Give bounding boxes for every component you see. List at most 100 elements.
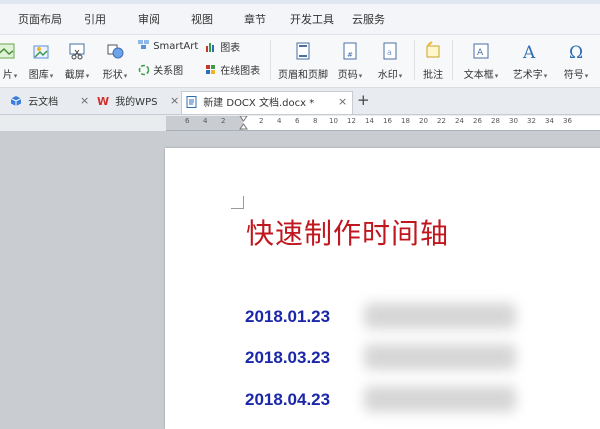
watermark-icon: a bbox=[383, 42, 397, 60]
header-footer-label: 页眉和页脚 bbox=[278, 70, 328, 81]
tab-label: 新建 DOCX 文档.docx * bbox=[203, 98, 315, 109]
tab-my-wps[interactable]: W 我的WPS × bbox=[95, 92, 181, 112]
comment-label: 批注 bbox=[423, 70, 443, 81]
ruler-number: 6 bbox=[185, 117, 190, 125]
wps-logo-icon: W bbox=[97, 95, 109, 108]
timeline-date[interactable]: 2018.03.23 bbox=[245, 348, 330, 368]
chevron-down-icon: ▾ bbox=[358, 72, 363, 80]
ruler-number: 2 bbox=[259, 117, 264, 125]
ruler-number: 28 bbox=[491, 117, 500, 125]
screenshot-button[interactable]: 截屏▾ bbox=[60, 41, 94, 81]
timeline-date[interactable]: 2018.01.23 bbox=[245, 307, 330, 327]
cloud-cube-icon bbox=[10, 96, 22, 106]
toolbar-divider bbox=[414, 40, 415, 80]
ruler-number: 16 bbox=[383, 117, 392, 125]
scissors-icon bbox=[69, 43, 85, 60]
smartart-label: SmartArt bbox=[153, 41, 199, 52]
comment-button[interactable]: 批注 bbox=[419, 41, 447, 81]
menu-view[interactable]: 视图 bbox=[191, 11, 213, 27]
tab-cloud-docs[interactable]: 云文档 × bbox=[8, 92, 90, 112]
wordart-label: 艺术字 bbox=[512, 70, 543, 81]
ruler-number: 2 bbox=[221, 117, 226, 125]
menu-cloud-service[interactable]: 云服务 bbox=[352, 11, 385, 27]
ruler-number: 24 bbox=[455, 117, 464, 125]
chevron-down-icon: ▾ bbox=[584, 72, 589, 80]
symbol-label: 符号 bbox=[563, 70, 584, 81]
svg-text:A: A bbox=[522, 43, 536, 61]
ruler-number: 10 bbox=[329, 117, 338, 125]
menu-bar: 页面布局 引用 审阅 视图 章节 开发工具 云服务 bbox=[0, 4, 600, 35]
ruler-number: 14 bbox=[365, 117, 374, 125]
chart-button[interactable]: 图表 bbox=[205, 39, 240, 54]
gallery-button[interactable]: 图库▾ bbox=[24, 41, 58, 81]
blurred-text bbox=[364, 303, 516, 329]
header-footer-button[interactable]: 页眉和页脚 bbox=[275, 41, 331, 81]
picture-label: 片 bbox=[2, 70, 13, 81]
page-number-label: 页码 bbox=[337, 70, 358, 81]
document-tab-bar: 云文档 × W 我的WPS × 新建 DOCX 文档.docx * × + bbox=[0, 88, 600, 115]
margin-corner-marker bbox=[231, 196, 244, 209]
horizontal-ruler[interactable]: 6 4 2 2 4 6 8 10 12 14 16 18 20 22 24 26… bbox=[166, 116, 600, 131]
chevron-down-icon: ▾ bbox=[494, 72, 499, 80]
chevron-down-icon: ▾ bbox=[85, 72, 90, 80]
chevron-down-icon: ▾ bbox=[49, 72, 54, 80]
ruler-number: 26 bbox=[473, 117, 482, 125]
comment-icon bbox=[426, 41, 440, 58]
document-title[interactable]: 快速制作时间轴 bbox=[246, 212, 449, 252]
page-number-icon: # bbox=[343, 42, 357, 60]
shapes-icon bbox=[107, 44, 124, 59]
textbox-icon: A bbox=[473, 43, 489, 59]
close-icon[interactable]: × bbox=[338, 95, 347, 108]
wordart-button[interactable]: A 艺术字▾ bbox=[508, 41, 552, 81]
shapes-button[interactable]: 形状▾ bbox=[98, 41, 132, 81]
new-tab-plus-icon[interactable]: + bbox=[357, 91, 370, 109]
menu-developer-tools[interactable]: 开发工具 bbox=[290, 11, 334, 27]
wordart-icon: A bbox=[522, 43, 536, 61]
toolbar-divider bbox=[270, 40, 271, 80]
omega-icon: Ω bbox=[569, 43, 583, 61]
toolbar-divider bbox=[452, 40, 453, 80]
tab-document-active[interactable]: 新建 DOCX 文档.docx * × bbox=[181, 91, 353, 114]
online-chart-icon bbox=[206, 65, 215, 74]
timeline-date[interactable]: 2018.04.23 bbox=[245, 390, 330, 410]
page-number-button[interactable]: # 页码▾ bbox=[334, 41, 366, 81]
online-chart-label: 在线图表 bbox=[220, 66, 261, 77]
menu-references[interactable]: 引用 bbox=[84, 11, 106, 27]
ruler-number: 30 bbox=[509, 117, 518, 125]
ruler-area: 6 4 2 2 4 6 8 10 12 14 16 18 20 22 24 26… bbox=[0, 115, 600, 131]
online-chart-button[interactable]: 在线图表 bbox=[205, 62, 260, 77]
chevron-down-icon: ▾ bbox=[123, 72, 128, 80]
watermark-button[interactable]: a 水印▾ bbox=[372, 41, 408, 81]
smartart-button[interactable]: SmartArt bbox=[138, 39, 198, 52]
relation-diagram-label: 关系图 bbox=[153, 66, 184, 77]
picture-button[interactable]: 片▾ bbox=[0, 41, 20, 81]
blurred-text bbox=[364, 386, 516, 412]
chart-label: 图表 bbox=[220, 43, 241, 54]
close-icon[interactable]: × bbox=[80, 94, 89, 107]
menu-review[interactable]: 审阅 bbox=[138, 11, 160, 27]
ruler-number: 4 bbox=[203, 117, 208, 125]
gallery-icon bbox=[33, 45, 49, 59]
bar-chart-icon bbox=[206, 43, 214, 52]
menu-section[interactable]: 章节 bbox=[244, 11, 266, 27]
relation-diagram-icon bbox=[138, 64, 150, 76]
textbox-label: 文本框 bbox=[463, 70, 494, 81]
svg-text:A: A bbox=[477, 48, 484, 58]
ruler-number: 34 bbox=[545, 117, 554, 125]
tab-label: 我的WPS bbox=[115, 97, 158, 108]
indent-marker-icon[interactable] bbox=[239, 116, 248, 130]
close-icon[interactable]: × bbox=[170, 94, 179, 107]
screenshot-label: 截屏 bbox=[64, 70, 85, 81]
smartart-icon bbox=[138, 40, 149, 49]
chevron-down-icon: ▾ bbox=[543, 72, 548, 80]
menu-page-layout[interactable]: 页面布局 bbox=[18, 11, 62, 27]
ruler-number: 6 bbox=[295, 117, 300, 125]
picture-icon bbox=[0, 43, 15, 59]
chevron-down-icon: ▾ bbox=[398, 72, 403, 80]
ruler-number: 4 bbox=[277, 117, 282, 125]
symbol-button[interactable]: Ω 符号▾ bbox=[558, 41, 594, 81]
header-footer-icon bbox=[296, 42, 310, 60]
svg-text:a: a bbox=[387, 48, 392, 57]
relation-diagram-button[interactable]: 关系图 bbox=[138, 62, 183, 77]
textbox-button[interactable]: A 文本框▾ bbox=[458, 41, 504, 81]
